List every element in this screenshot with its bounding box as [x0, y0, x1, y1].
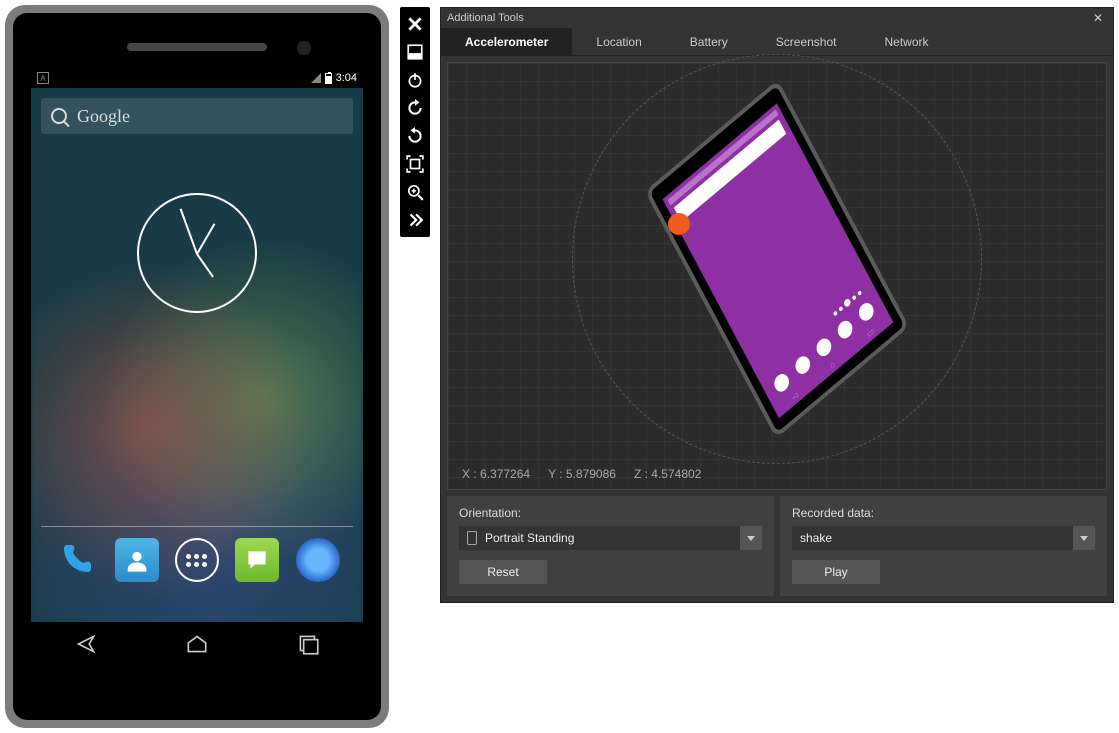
- portrait-icon: [467, 531, 477, 545]
- clock-text: 3:04: [336, 72, 357, 84]
- app-drawer-icon[interactable]: [175, 538, 219, 582]
- power-button[interactable]: [402, 67, 428, 93]
- app-dock: [31, 530, 363, 590]
- z-value: 4.574802: [651, 467, 701, 481]
- accelerometer-readout: X : 6.377264 Y : 5.879086 Z : 4.574802: [462, 467, 701, 481]
- panel-title-text: Additional Tools: [447, 12, 524, 24]
- orientation-label: Orientation:: [459, 506, 762, 520]
- recorded-data-dropdown[interactable]: shake: [792, 526, 1095, 550]
- tab-screenshot[interactable]: Screenshot: [752, 28, 861, 55]
- clock-hand: [180, 209, 198, 255]
- accelerometer-3d-view[interactable]: ◅⌂▭ X : 6.377264 Y : 5.879086 Z : 4.5748…: [447, 62, 1107, 490]
- emulator-device-frame: A 3:04 Google: [5, 5, 389, 728]
- orientation-section: Orientation: Portrait Standing Reset: [447, 496, 774, 596]
- messaging-app-icon[interactable]: [235, 538, 279, 582]
- more-tools-button[interactable]: [402, 207, 428, 233]
- browser-app-icon[interactable]: [296, 538, 340, 582]
- panel-titlebar: Additional Tools ✕: [441, 8, 1113, 28]
- contacts-app-icon[interactable]: [115, 538, 159, 582]
- x-value: 6.377264: [480, 467, 530, 481]
- reset-button[interactable]: Reset: [459, 560, 547, 584]
- recorded-data-label: Recorded data:: [792, 506, 1095, 520]
- clock-hand: [196, 253, 214, 277]
- panel-close-button[interactable]: ✕: [1089, 11, 1107, 25]
- orientation-value: Portrait Standing: [485, 531, 574, 545]
- speaker-grille: [127, 43, 267, 51]
- signal-icon: [311, 73, 321, 83]
- close-button[interactable]: [402, 11, 428, 37]
- recorded-data-section: Recorded data: shake Play: [780, 496, 1107, 596]
- analog-clock-widget[interactable]: [137, 193, 257, 313]
- additional-tools-panel: Additional Tools ✕ Accelerometer Locatio…: [440, 7, 1114, 603]
- tab-accelerometer[interactable]: Accelerometer: [441, 28, 572, 55]
- emulator-toolbar: [400, 7, 430, 237]
- orientation-marker: [668, 213, 690, 235]
- battery-icon: [325, 73, 332, 84]
- play-button[interactable]: Play: [792, 560, 880, 584]
- tab-network[interactable]: Network: [860, 28, 952, 55]
- recent-apps-button[interactable]: [293, 631, 323, 662]
- rotate-left-button[interactable]: [402, 95, 428, 121]
- panel-tabs: Accelerometer Location Battery Screensho…: [441, 28, 1113, 56]
- rotate-right-button[interactable]: [402, 123, 428, 149]
- dock-divider: [41, 526, 353, 527]
- phone-body: A 3:04 Google: [13, 13, 381, 720]
- phone-app-icon[interactable]: [54, 538, 98, 582]
- front-camera: [297, 41, 311, 55]
- google-search-widget[interactable]: Google: [41, 98, 353, 134]
- search-icon: [51, 108, 67, 124]
- search-placeholder: Google: [77, 106, 130, 127]
- dropdown-caret-icon: [740, 526, 762, 550]
- device-screen[interactable]: A 3:04 Google: [31, 68, 363, 670]
- clock-hand: [196, 223, 215, 254]
- zoom-button[interactable]: [402, 179, 428, 205]
- fit-screen-button[interactable]: [402, 151, 428, 177]
- dropdown-caret-icon: [1073, 526, 1095, 550]
- tab-location[interactable]: Location: [572, 28, 665, 55]
- android-status-bar: A 3:04: [31, 68, 363, 88]
- android-nav-bar: [31, 622, 363, 670]
- home-button[interactable]: [182, 631, 212, 662]
- tab-battery[interactable]: Battery: [666, 28, 752, 55]
- back-button[interactable]: [71, 631, 101, 662]
- minimize-button[interactable]: [402, 39, 428, 65]
- keyboard-indicator-icon: A: [37, 72, 49, 84]
- recorded-data-value: shake: [800, 531, 832, 545]
- orientation-dropdown[interactable]: Portrait Standing: [459, 526, 762, 550]
- y-value: 5.879086: [566, 467, 616, 481]
